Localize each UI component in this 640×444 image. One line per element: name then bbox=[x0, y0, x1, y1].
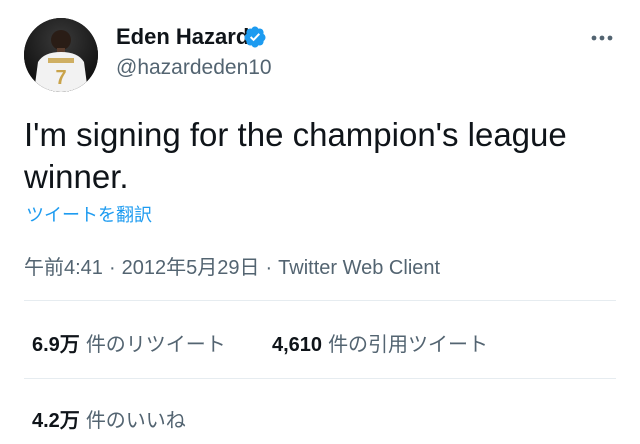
retweets-count: 6.9万 bbox=[32, 334, 80, 356]
tweet-text: I'm signing for the champion's league wi… bbox=[24, 116, 567, 195]
tweet-time[interactable]: 午前4:41 bbox=[24, 257, 103, 279]
translate-tweet-link[interactable]: ツイートを翻訳 bbox=[26, 201, 152, 227]
quotes-stat[interactable]: 4,610 件の引用ツイート bbox=[272, 328, 488, 357]
likes-label: 件のいいね bbox=[85, 410, 186, 432]
tweet-client[interactable]: Twitter Web Client bbox=[278, 257, 440, 279]
tweet-detail: 7 Eden Hazard @hazardeden10 I'm signing … bbox=[0, 0, 640, 444]
display-name[interactable]: Eden Hazard bbox=[116, 24, 249, 50]
handle[interactable]: @hazardeden10 bbox=[116, 56, 272, 80]
likes-stat[interactable]: 4.2万 件のいいね bbox=[32, 404, 186, 433]
divider bbox=[24, 378, 616, 379]
likes-count: 4.2万 bbox=[32, 410, 80, 432]
separator: · bbox=[265, 257, 273, 279]
retweets-label: 件のリツイート bbox=[85, 334, 226, 356]
avatar-image: 7 bbox=[24, 18, 98, 92]
retweets-stat[interactable]: 6.9万 件のリツイート bbox=[32, 328, 226, 357]
avatar[interactable]: 7 bbox=[24, 18, 98, 92]
svg-text:7: 7 bbox=[55, 67, 66, 89]
tweet-metadata: 午前4:41 · 2012年5月29日 · Twitter Web Client bbox=[24, 251, 440, 280]
verified-badge-icon bbox=[244, 26, 266, 48]
more-options-icon[interactable] bbox=[586, 26, 618, 50]
quotes-count: 4,610 bbox=[272, 334, 323, 356]
tweet-date[interactable]: 2012年5月29日 bbox=[122, 257, 260, 279]
quotes-label: 件の引用ツイート bbox=[328, 334, 489, 356]
divider bbox=[24, 300, 616, 301]
separator: · bbox=[108, 257, 116, 279]
